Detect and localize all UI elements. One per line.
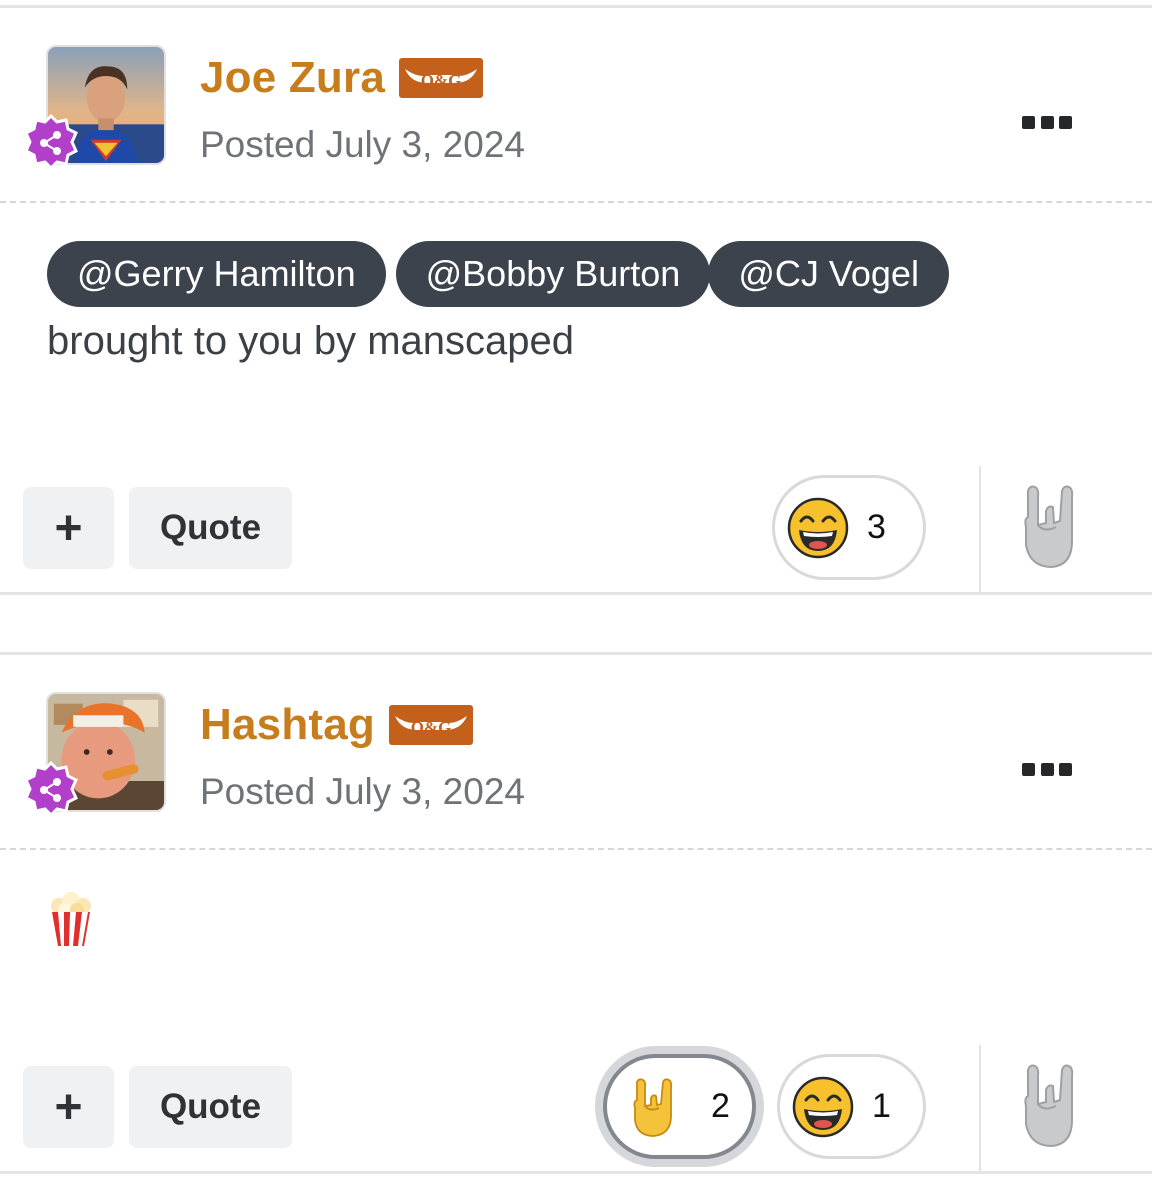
reaction-laugh[interactable]: 1 — [777, 1054, 926, 1159]
more-options-icon[interactable] — [1022, 112, 1072, 132]
post-text: brought to you by manscaped — [47, 319, 575, 363]
reaction-separator — [979, 466, 981, 592]
reaction-laugh[interactable]: 3 — [772, 475, 926, 580]
og-longhorn-badge-icon: O&G — [399, 58, 483, 98]
reaction-separator — [979, 1045, 981, 1171]
post-header: Hashtag O&G Posted July 3, 2024 — [0, 655, 1152, 848]
quote-button[interactable]: Quote — [129, 487, 292, 569]
group-badge-icon — [22, 114, 80, 172]
reaction-rock-on[interactable]: 2 — [603, 1054, 756, 1159]
multiquote-button[interactable]: + — [23, 1066, 114, 1148]
multiquote-button[interactable]: + — [23, 487, 114, 569]
more-options-icon[interactable] — [1022, 759, 1072, 779]
author-line: Joe Zura O&G — [200, 50, 483, 106]
mention-cj-vogel[interactable]: @CJ Vogel — [708, 241, 949, 307]
mention-bobby-burton[interactable]: @Bobby Burton — [395, 241, 711, 307]
quote-button[interactable]: Quote — [129, 1066, 292, 1148]
post-body — [0, 850, 1152, 1050]
reaction-count: 3 — [867, 508, 886, 546]
post-date[interactable]: Posted July 3, 2024 — [200, 771, 525, 813]
group-badge-icon — [22, 761, 80, 819]
post-hashtag: Hashtag O&G Posted July 3, 2024 + Quote … — [0, 652, 1152, 1174]
badge-text: O&G — [411, 718, 452, 737]
author-line: Hashtag O&G — [200, 697, 473, 753]
laughing-face-icon — [787, 497, 849, 558]
post-actions: + Quote 3 — [0, 466, 1152, 592]
mention-gerry-hamilton[interactable]: @Gerry Hamilton — [47, 241, 386, 307]
post-header: Joe Zura O&G Posted July 3, 2024 — [0, 8, 1152, 201]
post-body: @Gerry Hamilton @Bobby Burton @CJ Vogel … — [0, 203, 1152, 465]
add-reaction-rock-on-icon[interactable] — [1016, 481, 1088, 573]
badge-text: O&G — [421, 71, 462, 90]
rock-on-hand-icon — [633, 1077, 673, 1137]
og-longhorn-badge-icon: O&G — [389, 705, 473, 745]
post-joe-zura: Joe Zura O&G Posted July 3, 2024 @Gerry … — [0, 5, 1152, 595]
add-reaction-rock-on-icon[interactable] — [1016, 1060, 1088, 1152]
popcorn-icon — [47, 892, 1152, 948]
post-actions: + Quote 2 1 — [0, 1045, 1152, 1171]
post-date[interactable]: Posted July 3, 2024 — [200, 124, 525, 166]
laughing-face-icon — [792, 1076, 854, 1137]
reaction-count: 2 — [711, 1087, 730, 1125]
mentions: @Gerry Hamilton @Bobby Burton @CJ Vogel — [47, 241, 1152, 307]
author-name[interactable]: Joe Zura — [200, 53, 385, 103]
reaction-count: 1 — [872, 1087, 891, 1125]
author-name[interactable]: Hashtag — [200, 700, 375, 750]
